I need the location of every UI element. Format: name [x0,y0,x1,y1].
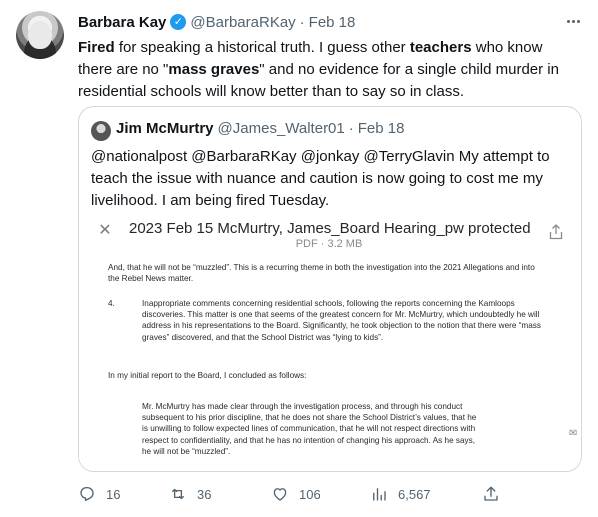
reply-button[interactable]: 16 [78,484,120,504]
quoted-author-name: Jim McMurtry [116,120,214,137]
quoted-tweet-text: @nationalpost @BarbaraRKay @jonkay @Terr… [91,148,550,209]
retweet-button[interactable]: 36 [169,484,211,504]
tweet-text-bold-mass-graves: mass graves [168,61,260,78]
views-button[interactable]: 6,567 [370,484,431,504]
tweet-actions: 16 36 106 6,567 [78,484,508,504]
verified-badge-icon: ✓ [170,14,187,30]
document-subtitle: PDF · 3.2 MB [295,238,363,250]
like-count: 106 [299,486,321,502]
quoted-author-handle: @James_Walter01 [217,120,345,137]
tweet[interactable]: Barbara Kay ✓ @BarbaraRKay · Feb 18 Fire… [0,0,598,517]
like-button[interactable]: 106 [271,484,321,504]
quoted-tweet[interactable]: Jim McMurtry @James_Walter01 · Feb 18 @n… [78,106,582,472]
close-icon[interactable]: ✕ [98,223,112,239]
document-page: And, that he will not be “muzzled”. This… [99,262,559,471]
retweet-count: 36 [197,486,212,502]
views-icon [373,488,386,501]
reply-icon [80,486,94,502]
retweet-icon [172,488,184,500]
share-document-icon[interactable] [549,224,563,240]
date-separator: · [299,13,305,31]
quoted-tweet-header: Jim McMurtry @James_Walter01 · Feb 18 [116,120,404,137]
tweet-text-part: for speaking a historical truth. I guess… [114,39,410,56]
views-count: 6,567 [398,486,431,502]
author-name[interactable]: Barbara Kay [78,14,166,31]
document-quote-paragraph: Mr. McMurtry has made clear through the … [142,402,477,456]
document-title: 2023 Feb 15 McMurtry, James_Board Hearin… [129,220,531,237]
quoted-tweet-date: Feb 18 [357,120,405,137]
share-button[interactable] [482,484,500,504]
author-avatar[interactable] [16,11,64,59]
date-separator: · [348,120,354,137]
document-paragraph: In my initial report to the Board, I con… [108,371,307,380]
document-item-number: 4. [108,299,115,308]
document-paragraph: Inappropriate comments concerning reside… [142,299,541,342]
document-preview[interactable]: ✕ 2023 Feb 15 McMurtry, James_Board Hear… [79,214,581,471]
tweet-date[interactable]: Feb 18 [309,14,356,31]
tweet-header: Barbara Kay ✓ @BarbaraRKay · Feb 18 [78,12,355,32]
document-paragraph: And, that he will not be “muzzled”. This… [108,263,535,284]
quoted-author-avatar [91,121,111,141]
share-icon [484,486,498,501]
tweet-text-bold-fired: Fired [78,39,115,56]
tweet-text: Fired for speaking a historical truth. I… [78,37,578,103]
author-handle[interactable]: @BarbaraRKay [190,14,295,31]
reply-count: 16 [106,486,121,502]
more-options-icon[interactable] [562,10,584,32]
tweet-text-bold-teachers: teachers [409,39,472,56]
message-icon[interactable]: ✉ [569,428,581,442]
heart-icon [273,488,287,501]
